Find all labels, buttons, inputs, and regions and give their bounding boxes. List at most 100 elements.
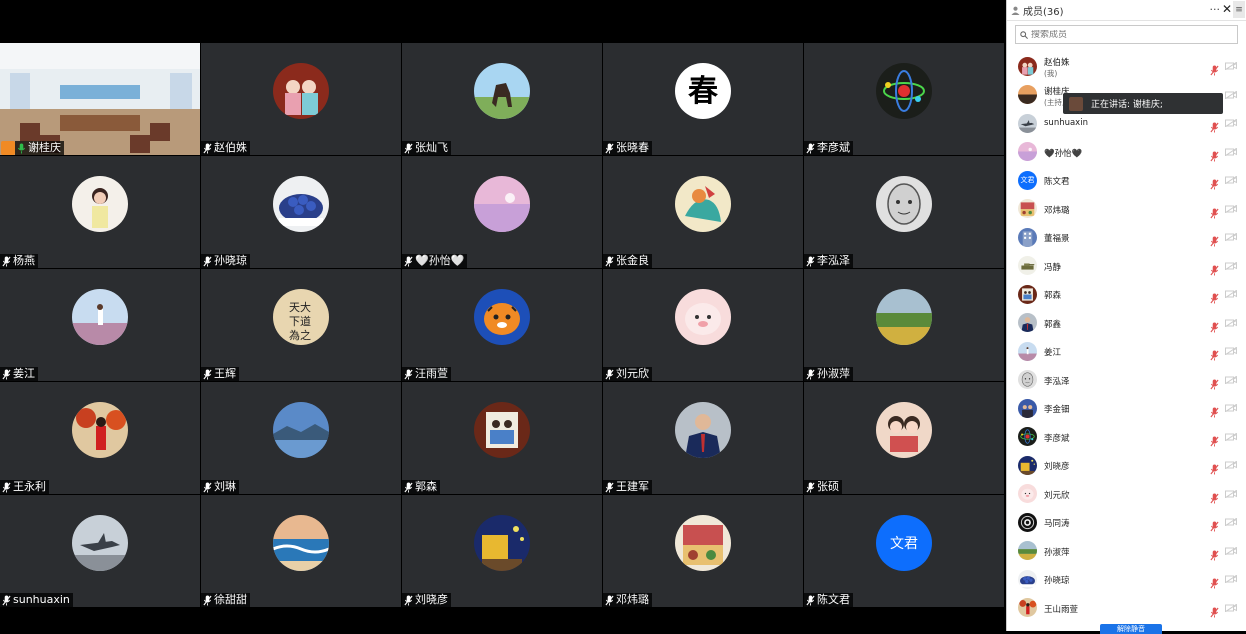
camera-off-icon[interactable] (1225, 261, 1237, 270)
participant-tile[interactable]: 李彦斌 (804, 43, 1004, 155)
members-header: 成员(36) ··· ✕ ≡ (1007, 0, 1246, 21)
mic-muted-icon (2, 482, 11, 493)
camera-off-icon[interactable] (1225, 546, 1237, 555)
mic-muted-icon[interactable] (1210, 432, 1219, 446)
mic-muted-icon (404, 369, 413, 380)
camera-off-icon[interactable] (1225, 347, 1237, 355)
participant-tile[interactable]: 孙晓琼 (201, 156, 401, 268)
mic-muted-icon[interactable] (1210, 289, 1219, 304)
participant-tile[interactable]: 春张晓春 (603, 43, 803, 155)
mic-muted-icon (404, 256, 413, 267)
member-row[interactable]: 姜江 (1007, 337, 1245, 366)
camera-off-icon[interactable] (1225, 489, 1237, 498)
participant-tile[interactable]: 刘琳 (201, 382, 401, 494)
camera-off-icon[interactable] (1225, 204, 1237, 213)
participant-avatar (876, 289, 932, 345)
participant-tile[interactable]: 郭森 (402, 382, 602, 494)
participant-tile[interactable]: 刘晓彦 (402, 495, 602, 607)
camera-off-icon[interactable] (1225, 62, 1237, 70)
mic-muted-icon[interactable] (1210, 403, 1219, 418)
member-row[interactable]: 李金钿 (1007, 394, 1245, 423)
mic-muted-icon[interactable] (1210, 460, 1219, 475)
participant-tile[interactable]: 汪雨萱 (402, 269, 602, 381)
mic-muted-icon[interactable] (1210, 574, 1219, 589)
participant-name: 姜江 (13, 367, 35, 380)
member-row[interactable]: 郭鑫 (1007, 309, 1245, 338)
member-search[interactable] (1015, 25, 1238, 44)
mic-muted-icon[interactable] (1210, 232, 1219, 247)
member-row[interactable]: 赵伯姝 (我) (1007, 52, 1245, 81)
menu-icon[interactable]: ≡ (1233, 1, 1245, 18)
participant-tile[interactable]: 徐甜甜 (201, 495, 401, 607)
member-row[interactable]: 李彦斌 (1007, 423, 1245, 452)
more-icon[interactable]: ··· (1210, 3, 1221, 16)
mic-muted-icon[interactable] (1210, 546, 1219, 560)
mic-muted-icon[interactable] (1210, 147, 1219, 161)
member-row[interactable]: 刘元欣 (1007, 480, 1245, 509)
mic-muted-icon[interactable] (1210, 261, 1219, 275)
participant-tile[interactable]: 李泓泽 (804, 156, 1004, 268)
mic-muted-icon[interactable] (1210, 318, 1219, 332)
camera-off-icon[interactable] (1225, 375, 1237, 384)
member-name: 董福景 (1044, 234, 1070, 244)
unmute-button[interactable]: 解除静音 (1100, 624, 1162, 634)
mic-muted-icon[interactable] (1210, 346, 1219, 361)
participant-tile[interactable]: 赵伯姝 (201, 43, 401, 155)
participant-name: 郭森 (415, 480, 437, 493)
participant-tile[interactable]: 孙淑萍 (804, 269, 1004, 381)
camera-off-icon[interactable] (1225, 432, 1237, 441)
mic-muted-icon[interactable] (1210, 204, 1219, 218)
participant-tile[interactable]: 🤍孙怡🤍 (402, 156, 602, 268)
camera-off-icon[interactable] (1225, 233, 1237, 241)
camera-off-icon[interactable] (1225, 603, 1237, 612)
mic-muted-icon[interactable] (1210, 489, 1219, 503)
participant-tile[interactable]: 张金良 (603, 156, 803, 268)
participant-name: 张灿飞 (415, 141, 448, 154)
camera-off-icon[interactable] (1225, 147, 1237, 156)
participant-tile[interactable]: 杨燕 (0, 156, 200, 268)
participant-tile[interactable]: 姜江 (0, 269, 200, 381)
camera-off-icon[interactable] (1225, 461, 1237, 469)
camera-off-icon[interactable] (1225, 90, 1237, 99)
member-row[interactable]: 孙淑萍 (1007, 537, 1245, 566)
participant-tile[interactable]: 张灿飞 (402, 43, 602, 155)
search-input[interactable] (1028, 29, 1211, 40)
camera-off-icon[interactable] (1225, 176, 1237, 184)
camera-off-icon[interactable] (1225, 290, 1237, 298)
member-row[interactable]: 马同涛 (1007, 508, 1245, 537)
participant-tile[interactable]: 文君 陈文君 (804, 495, 1004, 607)
member-row[interactable]: 🖤孙怡🖤 (1007, 138, 1245, 167)
member-row[interactable]: 文君 陈文君 (1007, 166, 1245, 195)
participant-name: 张晓春 (616, 141, 649, 154)
member-row[interactable]: 冯静 (1007, 252, 1245, 281)
member-row[interactable]: 郭森 (1007, 280, 1245, 309)
mic-muted-icon[interactable] (1210, 375, 1219, 389)
close-icon[interactable]: ✕ (1222, 2, 1232, 16)
member-row[interactable]: 刘晓彦 (1007, 451, 1245, 480)
mic-muted-icon[interactable] (1210, 175, 1219, 190)
participant-tile[interactable]: 天大 下道 為之 王辉 (201, 269, 401, 381)
participant-tile[interactable]: 刘元欣 (603, 269, 803, 381)
participant-tile[interactable]: sunhuaxin (0, 495, 200, 607)
camera-off-icon[interactable] (1225, 119, 1237, 127)
member-row[interactable]: 李泓泽 (1007, 366, 1245, 395)
participant-tile[interactable]: 谢桂庆 (0, 43, 200, 155)
member-name: 孙淑萍 (1044, 547, 1070, 558)
participant-tile[interactable]: 邓炜璐 (603, 495, 803, 607)
mic-muted-icon[interactable] (1210, 118, 1219, 133)
mic-muted-icon[interactable] (1210, 517, 1219, 532)
member-row[interactable]: 孙晓琼 (1007, 565, 1245, 594)
camera-off-icon[interactable] (1225, 518, 1237, 526)
camera-off-icon[interactable] (1225, 404, 1237, 412)
participant-tile[interactable]: 王建军 (603, 382, 803, 494)
participant-tile[interactable]: 王永利 (0, 382, 200, 494)
member-row[interactable]: 邓炜璐 (1007, 195, 1245, 224)
participant-tile[interactable]: 张硕 (804, 382, 1004, 494)
member-row[interactable]: 王山雨萱 (1007, 594, 1245, 623)
mic-muted-icon[interactable] (1210, 61, 1219, 76)
mic-muted-icon[interactable] (1210, 603, 1219, 617)
participant-avatar (474, 289, 530, 345)
camera-off-icon[interactable] (1225, 318, 1237, 327)
member-row[interactable]: 董福景 (1007, 223, 1245, 252)
camera-off-icon[interactable] (1225, 575, 1237, 583)
